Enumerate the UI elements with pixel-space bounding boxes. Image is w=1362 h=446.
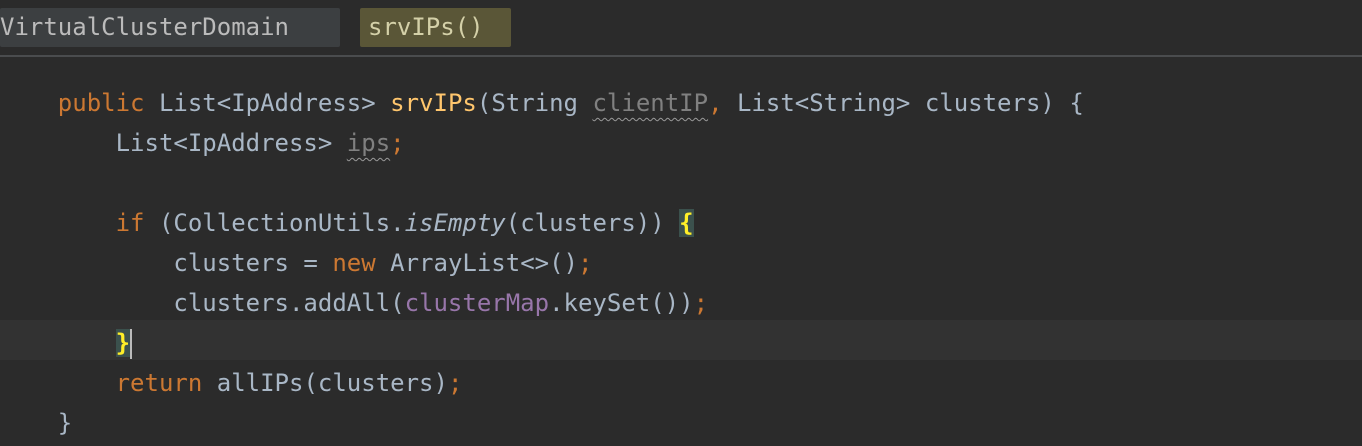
return-expression: allIPs(clusters)	[202, 369, 448, 397]
text-caret	[130, 329, 133, 359]
method-call: clusters.addAll(	[173, 289, 405, 317]
code-line-6: clusters.addAll(clusterMap.keySet());	[0, 283, 708, 323]
keyword-if: if	[115, 209, 145, 237]
code-line-9: }	[0, 403, 72, 443]
breadcrumb: VirtualClusterDomain srvIPs()	[0, 0, 1362, 57]
semicolon: ;	[693, 289, 709, 317]
param-name: clusters)	[924, 89, 1055, 117]
keyword-public: public	[57, 89, 145, 117]
open-paren: (	[476, 89, 492, 117]
static-call[interactable]: isEmpty	[405, 209, 506, 237]
matched-brace-close: }	[115, 329, 131, 357]
return-type: List<IpAddress>	[158, 89, 376, 117]
semicolon: ;	[390, 129, 405, 157]
close-brace: }	[57, 409, 73, 437]
method-call-tail: .keySet())	[549, 289, 694, 317]
matched-brace-open: {	[679, 209, 694, 237]
keyword-return: return	[115, 369, 203, 397]
method-name[interactable]: srvIPs	[390, 89, 477, 117]
condition-suffix: (clusters))	[505, 209, 665, 237]
var-type: List<IpAddress>	[115, 129, 333, 157]
code-line-7: }	[0, 323, 133, 363]
param-type: List<String>	[736, 89, 911, 117]
assignment-lhs: clusters =	[173, 249, 333, 277]
code-line-5: clusters = new ArrayList<>();	[0, 243, 592, 283]
comma: ,	[708, 89, 723, 117]
open-brace: {	[1069, 89, 1084, 117]
condition-prefix: (CollectionUtils.	[158, 209, 405, 237]
code-line-2: List<IpAddress> ips;	[0, 123, 405, 163]
code-line-1: public List<IpAddress> srvIPs(String cli…	[0, 83, 1084, 123]
semicolon: ;	[578, 249, 593, 277]
constructor-call: ArrayList<>()	[375, 249, 578, 277]
keyword-new: new	[332, 249, 376, 277]
unused-param[interactable]: clientIP	[592, 89, 708, 117]
breadcrumb-item-method[interactable]: srvIPs()	[360, 8, 511, 47]
field-reference[interactable]: clusterMap	[405, 289, 550, 317]
param-type: String	[491, 89, 579, 117]
code-line-4: if (CollectionUtils.isEmpty(clusters)) {	[0, 203, 694, 243]
breadcrumb-item-class[interactable]: VirtualClusterDomain	[0, 8, 340, 47]
code-line-8: return allIPs(clusters);	[0, 363, 463, 403]
unused-variable[interactable]: ips	[347, 129, 390, 157]
code-editor[interactable]: public List<IpAddress> srvIPs(String cli…	[0, 57, 1362, 446]
semicolon: ;	[447, 369, 463, 397]
current-line-highlight	[0, 320, 1362, 360]
